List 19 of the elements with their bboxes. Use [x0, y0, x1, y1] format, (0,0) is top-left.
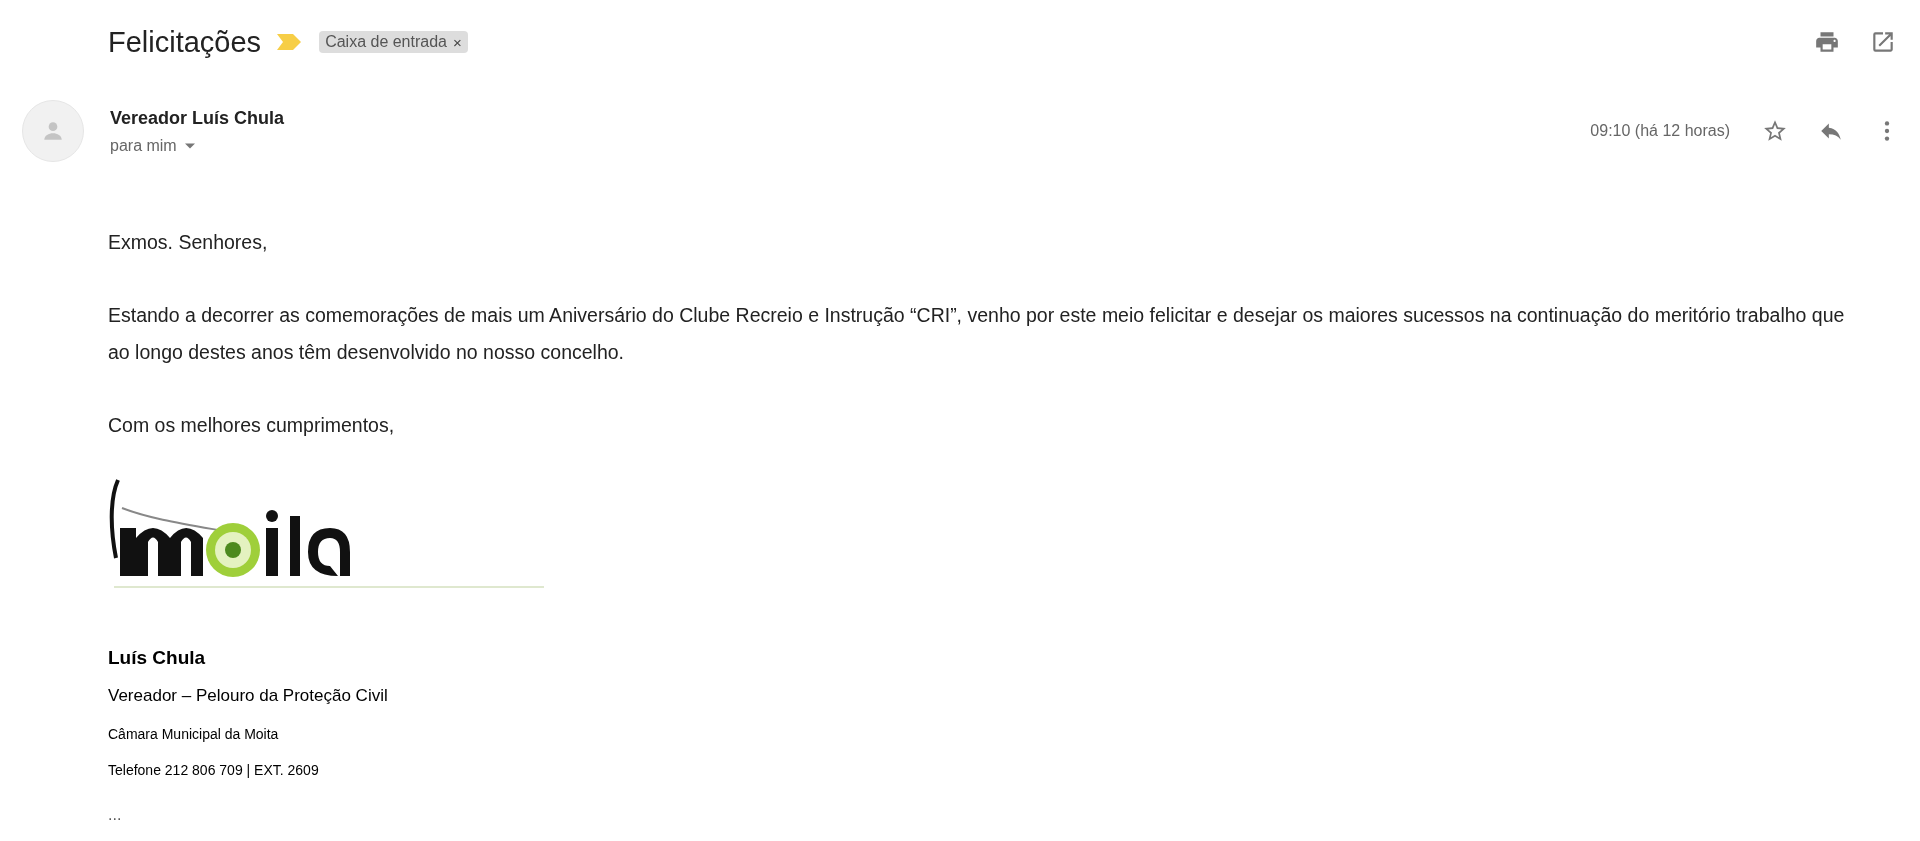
signature-organization: Câmara Municipal da Moita [108, 725, 280, 744]
message-paragraph: Exmos. Senhores, [108, 230, 269, 255]
signature-role: Vereador – Pelouro da Proteção Civil [108, 685, 389, 707]
label-text: Caixa de entrada [325, 33, 447, 51]
recipient-dropdown[interactable]: para mim [110, 136, 285, 155]
caret-icon[interactable] [184, 142, 195, 149]
timestamp: 09:10 (há 12 horas) [1590, 122, 1730, 140]
print-icon[interactable] [1814, 29, 1840, 55]
signature-phone: Telefone 212 806 709 | EXT. 2609 [108, 761, 320, 780]
email-subject: Felicitações [108, 25, 262, 59]
importance-marker-icon[interactable] [277, 34, 302, 50]
message-paragraph: Estando a decorrer as comemorações de mais um Aniversário do Clube Recreio e Instrução “CRI”, venho por este meio felicitar e desejar os maiores sucessos na continuação do meritório trabalho que ao longo destes anos têm desenvolvido no nosso concelho. [108, 303, 1846, 365]
remove-label-button[interactable]: × [453, 33, 462, 51]
message-paragraph: Com os melhores cumprimentos, [108, 413, 396, 438]
trimmed-content-toggle[interactable]: ... [108, 806, 122, 824]
sender-name: Vereador Luís Chula [110, 107, 285, 129]
open-in-new-window-icon[interactable] [1870, 29, 1896, 55]
signature-name: Luís Chula [108, 646, 207, 670]
star-icon[interactable] [1762, 118, 1788, 144]
